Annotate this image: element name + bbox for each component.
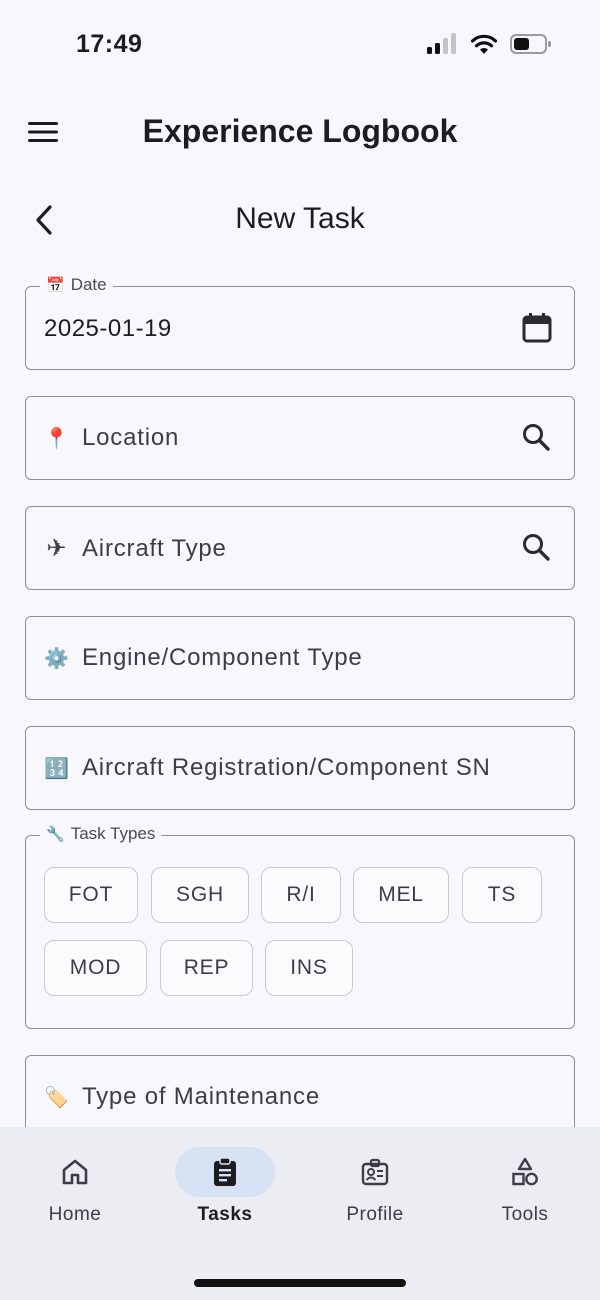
location-field[interactable]: 📍 Location [25, 396, 575, 480]
gear-emoji-icon: ⚙️ [44, 647, 70, 670]
nav-tasks[interactable]: Tasks [150, 1147, 300, 1237]
search-icon[interactable] [520, 421, 554, 455]
chip-mel[interactable]: MEL [353, 867, 449, 923]
task-types-label: Task Types [70, 824, 156, 843]
calendar-icon[interactable] [520, 311, 554, 345]
home-icon [62, 1159, 88, 1185]
chip-ri[interactable]: R/I [261, 867, 341, 923]
nav-tasks-label: Tasks [197, 1204, 253, 1225]
chip-sgh[interactable]: SGH [151, 867, 249, 923]
registration-field[interactable]: 🔢 Aircraft Registration/Component SN [25, 726, 575, 810]
page-header: New Task [0, 190, 600, 250]
app-header: Experience Logbook [0, 100, 600, 164]
task-types-legend: 🔧 Task Types [40, 824, 162, 844]
maintenance-placeholder: Type of Maintenance [82, 1083, 321, 1110]
calendar-emoji-icon: 📅 [46, 277, 65, 294]
airplane-emoji-icon: ✈ [46, 535, 68, 562]
date-field-legend: 📅 Date [40, 275, 113, 295]
aircraft-type-field[interactable]: ✈ Aircraft Type [25, 506, 575, 590]
numbers-emoji-icon: 🔢 [44, 757, 70, 780]
nav-home[interactable]: Home [0, 1147, 150, 1237]
app-title: Experience Logbook [142, 113, 458, 149]
chip-ins[interactable]: INS [265, 940, 353, 996]
chip-mod[interactable]: MOD [44, 940, 147, 996]
cellular-signal-icon [427, 33, 456, 54]
wifi-icon [470, 34, 498, 54]
status-time: 17:49 [76, 30, 143, 58]
wrench-emoji-icon: 🔧 [46, 826, 65, 843]
battery-icon [510, 34, 551, 54]
nav-profile[interactable]: Profile [300, 1147, 450, 1237]
engine-component-type-field[interactable]: ⚙️ Engine/Component Type [25, 616, 575, 700]
chip-rep[interactable]: REP [160, 940, 253, 996]
nav-tools[interactable]: Tools [450, 1147, 600, 1237]
status-icons [426, 33, 552, 55]
task-types-group: 🔧 Task Types FOT SGH R/I MEL TS MOD REP … [25, 824, 575, 1029]
chip-ts[interactable]: TS [462, 867, 542, 923]
id-badge-icon [361, 1158, 389, 1186]
nav-profile-label: Profile [346, 1204, 404, 1225]
shapes-icon [512, 1157, 538, 1186]
status-bar: 17:49 [0, 0, 600, 90]
nav-tools-label: Tools [501, 1204, 549, 1225]
registration-placeholder: Aircraft Registration/Component SN [82, 754, 491, 781]
search-icon[interactable] [520, 531, 554, 565]
chip-fot[interactable]: FOT [44, 867, 138, 923]
page-title: New Task [235, 202, 365, 235]
date-field[interactable]: 📅 Date 2025-01-19 [25, 275, 575, 370]
date-field-value: 2025-01-19 [44, 315, 172, 342]
engine-type-placeholder: Engine/Component Type [82, 644, 363, 671]
pin-emoji-icon: 📍 [44, 427, 70, 450]
label-tag-emoji-icon: 🏷️ [44, 1086, 70, 1109]
location-placeholder: Location [82, 424, 180, 451]
date-field-label: Date [70, 275, 107, 294]
bottom-navigation: Home Tasks Profile Tools [0, 1127, 600, 1300]
aircraft-type-placeholder: Aircraft Type [82, 534, 227, 562]
clipboard-icon [214, 1157, 236, 1186]
nav-home-label: Home [48, 1204, 102, 1225]
home-indicator[interactable] [194, 1279, 406, 1287]
nav-active-indicator [175, 1147, 275, 1197]
